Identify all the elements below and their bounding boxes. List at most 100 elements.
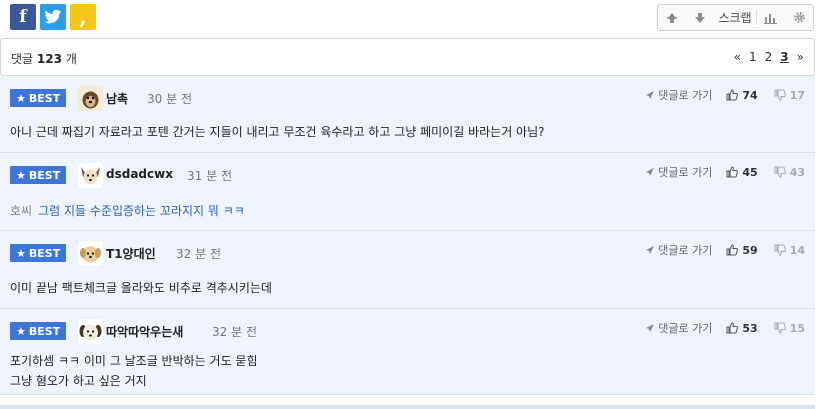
like-button[interactable]: 74 [726,88,758,102]
avatar[interactable] [78,241,103,266]
goto-label: 댓글로 가기 [658,322,713,335]
best-label: BEST [28,246,61,260]
comment-actions: 댓글로 가기 59 14 [645,242,805,258]
dog-avatar-icon [78,163,103,188]
thumbs-up-icon [726,89,739,101]
facebook-share-button[interactable]: f [10,4,36,30]
send-arrow-icon [646,324,655,332]
facebook-icon: f [19,7,27,27]
next-page-link[interactable]: » [797,50,804,64]
like-button[interactable]: 45 [726,165,758,179]
twitter-share-button[interactable] [40,4,66,30]
like-button[interactable]: 59 [726,243,758,257]
kakaostory-share-button[interactable]: , [70,4,96,30]
comment-label-prefix: 댓글 [11,52,34,66]
comment-count: 123 [36,52,62,66]
like-button[interactable]: 53 [726,321,758,335]
best-label: BEST [28,91,61,105]
goto-comment-link[interactable]: 댓글로 가기 [645,164,712,180]
dog-avatar-icon [78,86,103,111]
statistics-button[interactable] [757,5,785,30]
comment-nickname[interactable]: dsdadcwx [106,167,173,181]
goto-label: 댓글로 가기 [658,244,713,257]
comment-item: ★ BEST 따악따악우는새 32 분 전 댓글로 가기 53 15 포기하셈 ㅋ… [0,309,815,395]
thumbs-down-icon [774,244,786,256]
thumbs-up-icon [726,166,739,178]
comment-time: 30 분 전 [147,92,192,106]
footer-divider [0,405,815,409]
comment-nickname[interactable]: 남촉 [106,90,128,107]
best-comments-list: ★ BEST 남촉 30 분 전 댓글로 가기 74 17 아니 근데 짜집기 자… [0,76,815,395]
comment-item: ★ BEST T1양대인 32 분 전 댓글로 가기 59 14 이미 끝남 팩트… [0,231,815,309]
comment-text: 그럼 지들 수준입증하는 꼬라지지 뭐 ㅋㅋ [38,204,245,218]
avatar[interactable] [78,319,103,344]
puppy-avatar-icon [78,241,103,266]
goto-comment-link[interactable]: 댓글로 가기 [645,320,712,336]
comment-text-line: 포기하셈 ㅋㅋ 이미 그 날조글 반박하는 거도 묻힘 [10,354,258,368]
prev-page-link[interactable]: « [734,50,741,64]
comment-item: ★ BEST dsdadcwx 31 분 전 댓글로 가기 45 43 호씨 그럼 … [0,153,815,231]
comment-body: 아니 근데 짜집기 자료라고 포텐 간거는 지들이 내리고 무조건 육수라고 하… [10,122,545,142]
goto-label: 댓글로 가기 [658,89,713,102]
dislike-button[interactable]: 43 [774,166,805,179]
star-icon: ★ [16,168,26,182]
like-count: 59 [742,243,758,257]
thumbs-down-icon [774,166,786,178]
arrow-up-icon [667,12,677,23]
like-count: 74 [742,88,758,102]
comment-time: 31 분 전 [187,169,232,183]
scroll-down-button[interactable] [686,5,714,30]
twitter-icon [44,9,62,24]
dislike-button[interactable]: 15 [774,322,805,335]
goto-comment-link[interactable]: 댓글로 가기 [645,87,712,103]
send-arrow-icon [646,168,655,176]
dislike-count: 14 [789,243,805,257]
comment-nickname[interactable]: T1양대인 [106,245,156,262]
like-count: 53 [742,321,758,335]
dislike-count: 17 [789,88,805,102]
comment-time: 32 분 전 [212,325,257,339]
goto-comment-link[interactable]: 댓글로 가기 [645,242,712,258]
thumbs-down-icon [774,322,786,334]
dislike-count: 15 [789,321,805,335]
page-link-3-current[interactable]: 3 [780,50,788,64]
comment-actions: 댓글로 가기 45 43 [645,164,805,180]
comment-actions: 댓글로 가기 74 17 [645,87,805,103]
comment-label-suffix: 개 [65,52,77,66]
dislike-button[interactable]: 14 [774,244,805,257]
star-icon: ★ [16,324,26,338]
share-bar: f , [10,4,96,30]
avatar[interactable] [78,86,103,111]
star-icon: ★ [16,91,26,105]
comment-item: ★ BEST 남촉 30 분 전 댓글로 가기 74 17 아니 근데 짜집기 자… [0,76,815,153]
best-badge: ★ BEST [10,89,67,107]
best-badge: ★ BEST [10,322,67,340]
reply-target-name[interactable]: 호씨 [10,204,32,218]
best-badge: ★ BEST [10,166,67,184]
send-arrow-icon [646,246,655,254]
scroll-up-button[interactable] [658,5,686,30]
comment-nickname[interactable]: 따악따악우는새 [106,323,183,340]
thumbs-up-icon [726,244,739,256]
scrap-button[interactable]: 스크랩 [714,5,756,30]
like-count: 45 [742,165,758,179]
arrow-down-icon [695,12,705,23]
dislike-count: 43 [789,165,805,179]
dog-avatar-icon [78,319,103,344]
comment-time: 32 분 전 [176,247,221,261]
avatar[interactable] [78,163,103,188]
best-badge: ★ BEST [10,244,67,262]
page-link-2[interactable]: 2 [765,50,773,64]
best-label: BEST [28,168,61,182]
thumbs-down-icon [774,89,786,101]
comment-body: 호씨 그럼 지들 수준입증하는 꼬라지지 뭐 ㅋㅋ [10,201,245,221]
thumbs-up-icon [726,322,739,334]
comment-body: 포기하셈 ㅋㅋ 이미 그 날조글 반박하는 거도 묻힘 그냥 혐오가 하고 싶은… [10,351,258,391]
comment-body: 이미 끝남 팩트체크글 올라와도 비추로 격추시키는데 [10,278,272,298]
comment-text-line: 그냥 혐오가 하고 싶은 거지 [10,374,147,388]
send-arrow-icon [646,91,655,99]
best-label: BEST [28,324,61,338]
page-link-1[interactable]: 1 [749,50,757,64]
settings-button[interactable] [785,5,813,30]
dislike-button[interactable]: 17 [774,89,805,102]
